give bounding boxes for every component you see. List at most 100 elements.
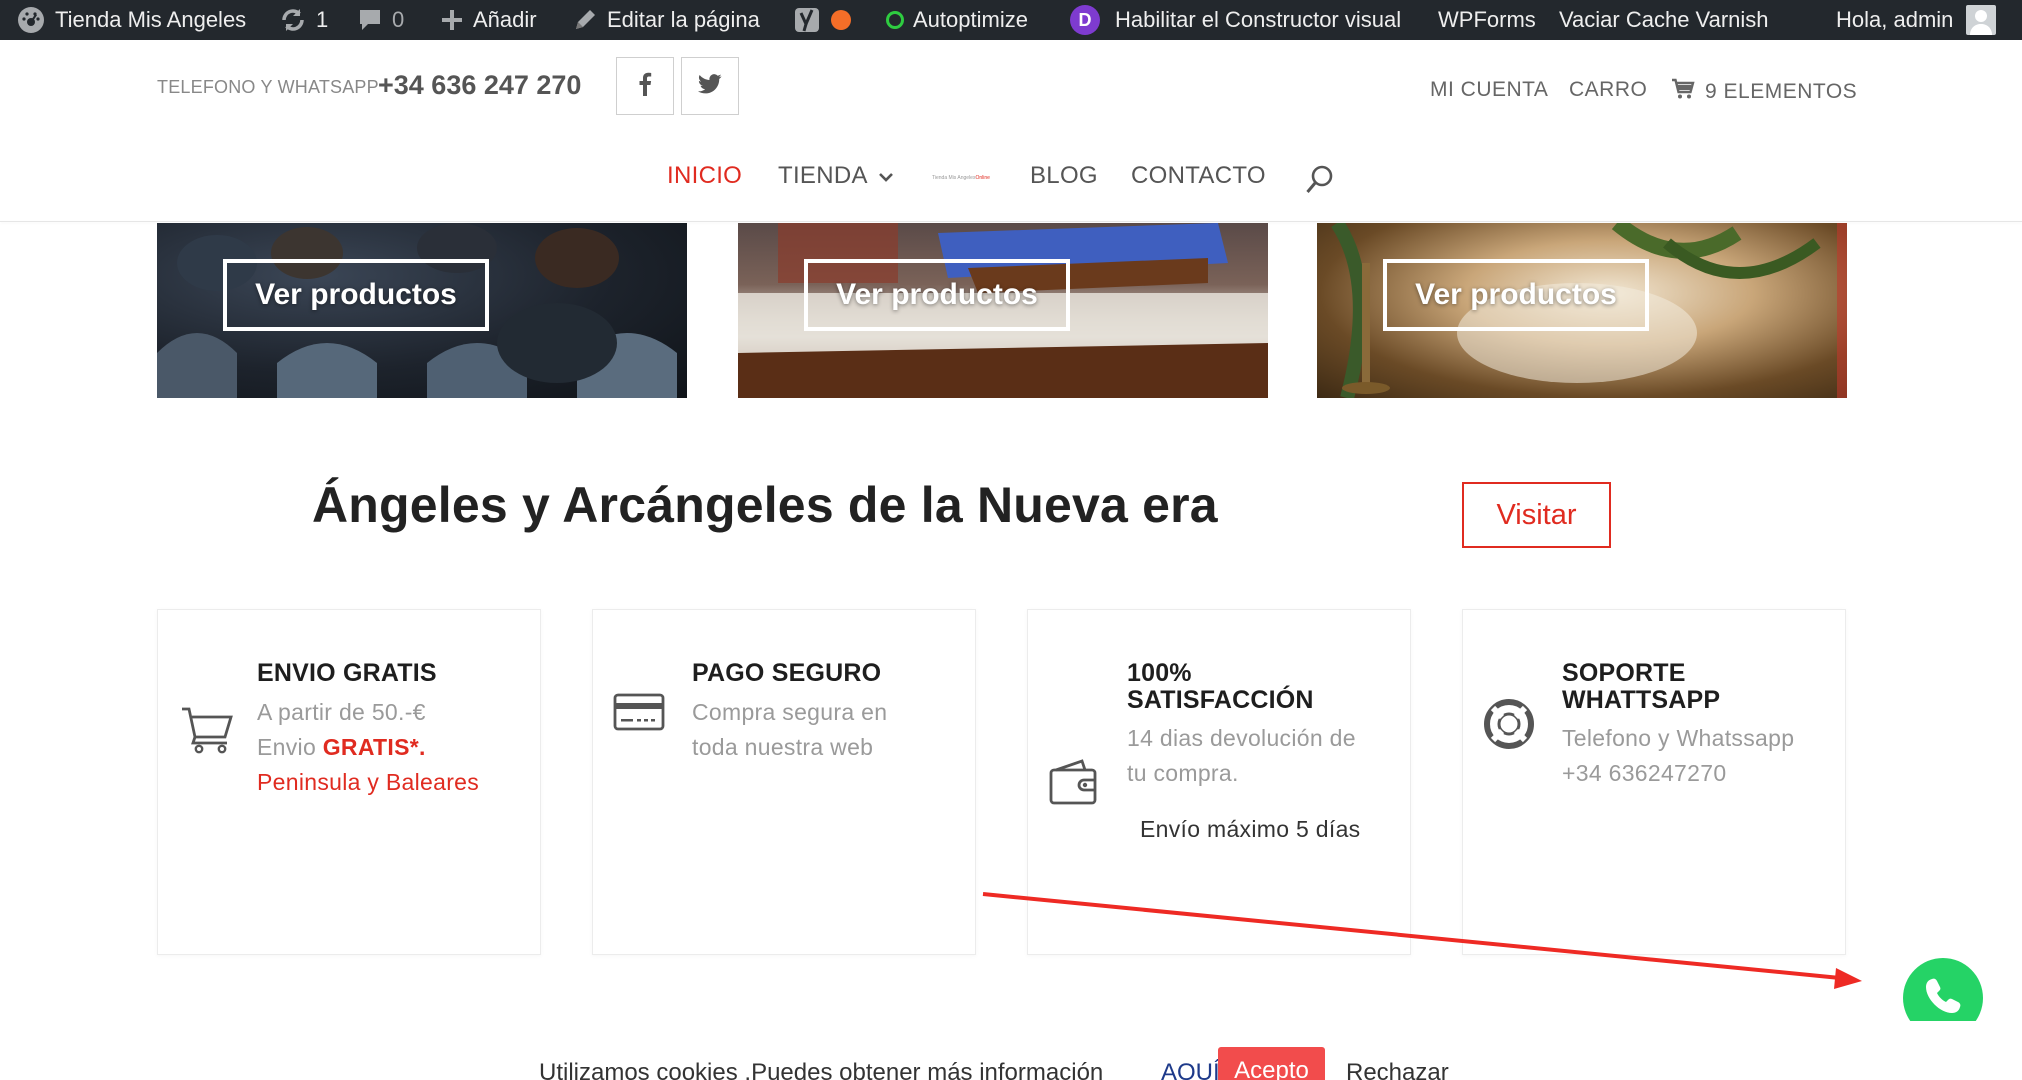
feature-text: 14 dias devolución de tu compra. xyxy=(1127,721,1407,791)
nav-item-label: TIENDA xyxy=(778,162,868,189)
whatsapp-button[interactable] xyxy=(1903,958,1983,1021)
feature-text: Compra segura en toda nuestra web xyxy=(692,695,972,765)
chevron-down-icon xyxy=(878,162,894,190)
nav-item-blog[interactable]: BLOG xyxy=(1030,162,1098,190)
admin-bar-account[interactable]: Hola, admin xyxy=(1836,0,1997,40)
nav-item-label: INICIO xyxy=(667,162,743,189)
credit-card-icon xyxy=(613,692,665,737)
cookie-reject-button[interactable]: Rechazar xyxy=(1346,1059,1449,1080)
feature-text-line: Compra segura en xyxy=(692,699,888,725)
seo-score-dot xyxy=(831,10,851,30)
feature-card-pago: PAGO SEGURO Compra segura en toda nuestr… xyxy=(592,609,976,955)
feature-title: SOPORTE WHATTSAPP xyxy=(1562,660,1720,714)
search-button[interactable] xyxy=(1305,164,1335,203)
admin-bar-autoptimize-label: Autoptimize xyxy=(913,7,1028,32)
logo-text: Tienda Mis Angeles xyxy=(932,175,976,181)
cookie-info-link[interactable]: AQUÍ xyxy=(1161,1059,1220,1080)
feature-card-satisfaccion: 100% SATISFACCIÓN 14 dias devolución de … xyxy=(1027,609,1411,955)
feature-title-line: SOPORTE xyxy=(1562,659,1686,687)
cookie-message: Utilizamos cookies .Puedes obtener más i… xyxy=(539,1059,1104,1080)
logo-text-accent: Online xyxy=(975,175,990,181)
nav-item-label: CONTACTO xyxy=(1131,162,1266,189)
feature-text-line: A partir de 50.-€ xyxy=(257,699,426,725)
phone-number[interactable]: +34 636 247 270 xyxy=(378,70,581,101)
nav-item-label: BLOG xyxy=(1030,162,1098,189)
feature-title: PAGO SEGURO xyxy=(692,659,882,687)
wp-admin-bar: Tienda Mis Angeles 1 0 Añadir Editar la … xyxy=(0,0,2022,40)
admin-bar-site[interactable]: Tienda Mis Angeles xyxy=(16,0,246,40)
product-tile-image-2[interactable]: Ver productos xyxy=(738,223,1268,398)
feature-text-line: Peninsula y Baleares xyxy=(257,769,480,795)
feature-title: ENVIO GRATIS xyxy=(257,659,437,687)
twitter-icon xyxy=(698,73,722,99)
my-account-link[interactable]: MI CUENTA xyxy=(1430,78,1548,102)
cookie-accept-button[interactable]: Acepto xyxy=(1218,1047,1325,1080)
ver-productos-button-2[interactable]: Ver productos xyxy=(804,259,1070,331)
search-icon xyxy=(1305,164,1335,203)
phone-label: TELEFONO Y WHATSAPP xyxy=(157,77,379,97)
feature-text-line: 14 dias devolución de xyxy=(1127,725,1356,751)
nav-item-contacto[interactable]: CONTACTO xyxy=(1131,162,1266,190)
cart-items-link[interactable]: 9 ELEMENTOS xyxy=(1671,78,1857,106)
facebook-button[interactable] xyxy=(616,57,674,115)
admin-bar-varnish[interactable]: Vaciar Cache Varnish xyxy=(1559,0,1769,40)
facebook-icon xyxy=(638,72,652,101)
feature-text-line: toda nuestra web xyxy=(692,734,874,760)
nav-item-inicio[interactable]: INICIO xyxy=(667,162,742,190)
feature-text-line: Envio GRATIS*. xyxy=(257,730,537,765)
product-tile-image-3[interactable]: Ver productos xyxy=(1317,223,1847,398)
cart-label: CARRO xyxy=(1569,78,1648,101)
feature-card-soporte: SOPORTE WHATTSAPP Telefono y Whatssapp +… xyxy=(1462,609,1846,955)
yoast-icon xyxy=(794,5,822,35)
dashboard-icon xyxy=(16,5,46,35)
cart-icon-header xyxy=(1671,78,1695,106)
lifebuoy-icon xyxy=(1483,698,1535,755)
feature-title-line: 100% xyxy=(1127,659,1192,687)
ver-productos-button-3[interactable]: Ver productos xyxy=(1383,259,1649,331)
feature-title: 100% SATISFACCIÓN xyxy=(1127,660,1314,714)
admin-bar-edit-label: Editar la página xyxy=(607,7,760,32)
wallet-icon xyxy=(1048,758,1100,811)
shipping-note: Envío máximo 5 días xyxy=(1140,816,1361,842)
comment-icon xyxy=(357,7,383,33)
visitar-button[interactable]: Visitar xyxy=(1462,482,1611,548)
avatar xyxy=(1966,5,1997,35)
admin-bar-edit-page[interactable]: Editar la página xyxy=(572,0,760,40)
admin-bar-new-label: Añadir xyxy=(473,7,537,32)
cart-link[interactable]: CARRO xyxy=(1569,78,1647,102)
pencil-icon xyxy=(572,7,598,33)
plus-icon xyxy=(440,8,464,32)
admin-bar-wpforms[interactable]: WPForms xyxy=(1438,0,1536,40)
whatsapp-widget[interactable] xyxy=(1895,950,1995,1021)
promo-heading: Ángeles y Arcángeles de la Nueva era xyxy=(312,477,1218,533)
feature-text-line: Telefono y Whatssapp xyxy=(1562,725,1795,751)
admin-bar-wpforms-label: WPForms xyxy=(1438,7,1536,32)
my-account-label: MI CUENTA xyxy=(1430,78,1549,101)
admin-bar-divi-label: Habilitar el Constructor visual xyxy=(1115,7,1402,32)
feature-title-line: WHATTSAPP xyxy=(1562,686,1721,714)
cart-icon xyxy=(180,706,234,759)
admin-bar-comments[interactable]: 0 xyxy=(357,0,404,40)
admin-bar-yoast[interactable] xyxy=(794,0,851,40)
whatsapp-phone-icon xyxy=(1920,973,1966,1022)
feature-text-line: tu compra. xyxy=(1127,760,1239,786)
ver-productos-button-1[interactable]: Ver productos xyxy=(223,259,489,331)
comments-count: 0 xyxy=(392,7,405,32)
admin-bar-new[interactable]: Añadir xyxy=(440,0,537,40)
feature-card-envio: ENVIO GRATIS A partir de 50.-€ Envio GRA… xyxy=(157,609,541,955)
cart-items-count: 9 ELEMENTOS xyxy=(1705,80,1858,103)
site-logo[interactable]: Tienda Mis Angeles Online xyxy=(932,172,996,184)
admin-bar-site-name: Tienda Mis Angeles xyxy=(55,7,247,32)
feature-text-prefix: Envio xyxy=(257,734,323,760)
updates-count: 1 xyxy=(316,7,329,32)
product-tile-image-1[interactable]: Ver productos xyxy=(157,223,687,398)
twitter-button[interactable] xyxy=(681,57,739,115)
admin-bar-divi-builder[interactable]: D Habilitar el Constructor visual xyxy=(1070,0,1401,40)
refresh-icon xyxy=(279,6,307,34)
admin-bar-updates[interactable]: 1 xyxy=(279,0,328,40)
admin-bar-autoptimize[interactable]: Autoptimize xyxy=(886,0,1028,40)
feature-text-line: +34 636247270 xyxy=(1562,760,1727,786)
admin-bar-greeting: Hola, admin xyxy=(1836,7,1954,32)
nav-item-tienda[interactable]: TIENDA xyxy=(778,162,894,190)
admin-bar-varnish-label: Vaciar Cache Varnish xyxy=(1559,7,1769,32)
